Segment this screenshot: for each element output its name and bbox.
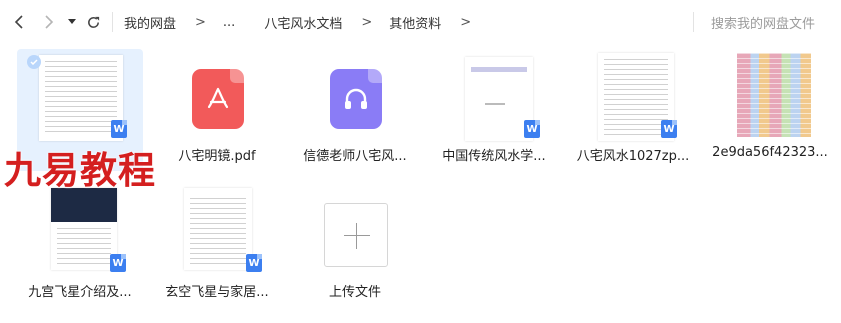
file-tile[interactable]: W 九宫飞星介绍及... [15,188,145,300]
pdf-icon [192,69,244,129]
checkmark-icon[interactable] [27,55,41,69]
word-doc-icon: W [524,120,540,138]
breadcrumb-item-current[interactable]: 其他资料 [389,13,441,32]
breadcrumb-separator: > [195,14,206,30]
forward-button[interactable] [40,10,58,34]
headphones-icon [330,69,382,129]
image-thumbnail [737,53,811,137]
refresh-button[interactable] [84,10,102,34]
breadcrumb-item-ellipsis[interactable]: ... [223,15,235,30]
refresh-icon [87,16,99,28]
file-tile[interactable]: 2e9da56f42323... [705,49,835,171]
document-thumbnail [184,188,252,270]
file-tile[interactable]: W 中国传统风水学... [429,49,559,171]
file-tile[interactable]: W 八宅风水1027zp... [568,49,698,171]
toolbar-divider [693,12,694,32]
toolbar: 我的网盘 > ... 八宅风水文档 > 其他资料 > 搜索我的网盘文件 [0,0,841,44]
upload-button[interactable] [324,203,388,267]
breadcrumb: 我的网盘 > ... 八宅风水文档 > 其他资料 > [124,13,488,32]
word-doc-icon: W [246,254,262,272]
document-thumbnail [51,188,117,270]
watermark-text: 九易教程 [4,149,156,192]
breadcrumb-separator: > [361,14,373,30]
file-name: 八宅风水1027zp... [576,149,690,164]
search-input[interactable]: 搜索我的网盘文件 [711,13,815,32]
file-name: 信德老师八宅风... [303,149,407,164]
upload-label: 上传文件 [328,285,381,300]
file-name: 中国传统风水学... [442,149,546,164]
file-name: 2e9da56f42323... [712,145,828,160]
word-doc-icon: W [110,254,126,272]
file-name: 八宅明镜.pdf [178,149,256,164]
chevron-right-icon [45,15,54,29]
file-name: 九宫飞星介绍及... [28,285,132,300]
upload-tile: 上传文件 [290,281,420,300]
chevron-left-icon [14,15,23,29]
breadcrumb-item-folder[interactable]: 八宅风水文档 [264,13,342,32]
file-tile[interactable]: W 玄空飞星与家居... [152,188,282,300]
history-dropdown-button[interactable] [66,10,78,34]
breadcrumb-item-root[interactable]: 我的网盘 [124,13,176,32]
document-thumbnail [465,57,533,141]
word-doc-icon: W [661,120,677,138]
file-tile[interactable]: 八宅明镜.pdf [152,49,282,171]
file-name: 玄空飞星与家居... [165,285,269,300]
breadcrumb-separator: > [460,14,472,30]
word-doc-icon: W [111,120,127,138]
file-tile[interactable]: 信德老师八宅风... [290,49,420,171]
back-button[interactable] [10,10,28,34]
caret-down-icon [68,19,76,24]
toolbar-divider [112,12,113,32]
